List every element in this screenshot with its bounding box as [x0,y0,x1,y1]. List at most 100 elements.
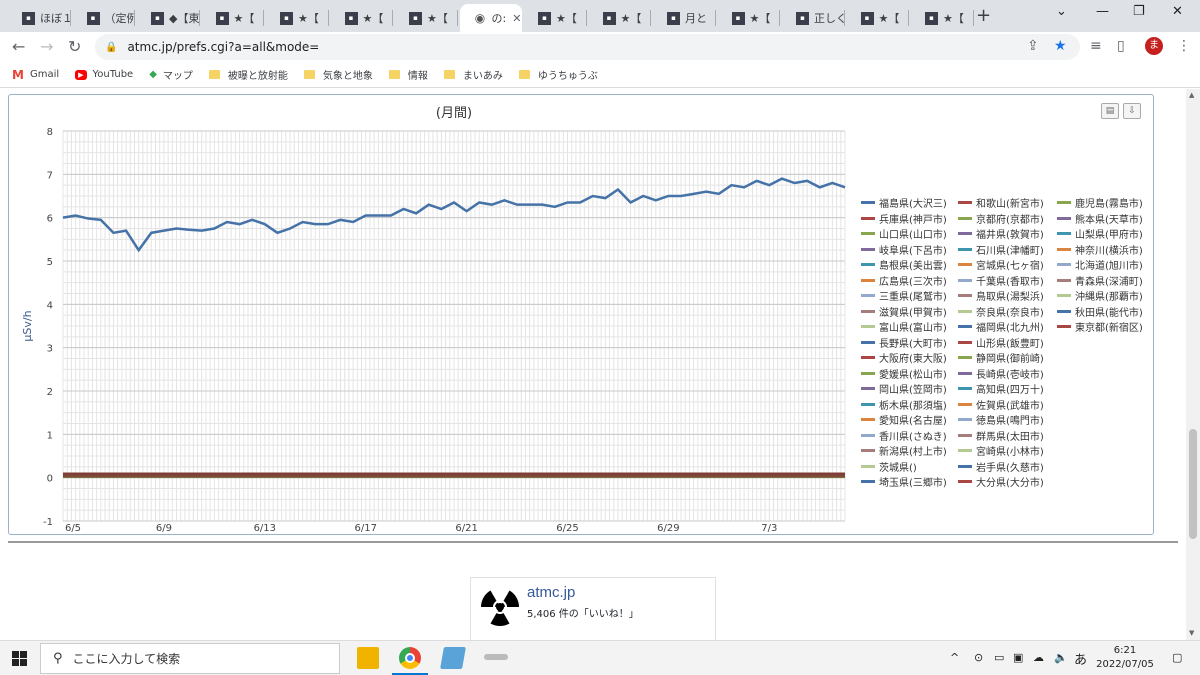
tab-14[interactable]: ▪ ★【 [847,4,909,32]
chrome-icon[interactable] [399,647,421,669]
share-icon[interactable]: ⇪ [1027,38,1039,54]
legend-item[interactable]: 茨城県() [861,459,917,475]
tab-11[interactable]: ▪ 月と [653,4,716,32]
legend-item[interactable]: 福岡県(北九州) [958,319,1044,335]
download-button[interactable]: ⇩ [1123,103,1141,119]
app-icon[interactable] [440,647,466,669]
legend-item[interactable]: 山梨県(甲府市) [1057,226,1143,242]
legend-item[interactable]: 島根県(美出雲) [861,257,947,273]
legend-item[interactable]: 鹿児島(霧島市) [1057,195,1143,211]
cloud-icon[interactable]: ☁ [1033,651,1044,664]
legend-item[interactable]: 愛知県(名古屋) [861,412,947,428]
profile-avatar[interactable]: ま [1145,37,1163,55]
facebook-page-widget[interactable]: atmc.jp 5,406 件の「いいね！」 [470,577,716,640]
legend-item[interactable]: 高知県(四万十) [958,381,1044,397]
page-scrollbar[interactable]: ▲ ▼ [1186,89,1200,640]
new-tab-button[interactable]: + [976,5,991,26]
legend-item[interactable]: 大阪府(東大阪) [861,350,947,366]
legend-item[interactable]: 秋田県(能代市) [1057,304,1143,320]
bookmark-5[interactable]: 気象と地象 [303,67,373,82]
legend-item[interactable]: 和歌山(新宮市) [958,195,1044,211]
lock-icon[interactable]: 🔒 [105,42,117,53]
notification-icon[interactable]: ▢ [1172,651,1182,664]
legend-item[interactable]: 宮崎県(小林市) [958,443,1044,459]
tab-3[interactable]: ▪ ◆【東 [137,4,200,32]
ime-indicator[interactable]: あ [1074,649,1087,668]
tab-12[interactable]: ▪ ★【 [718,4,780,32]
bookmark-6[interactable]: 情報 [388,67,428,82]
legend-item[interactable]: 新潟県(村上市) [861,443,947,459]
tray-expand-icon[interactable]: ^ [950,651,959,664]
volume-icon[interactable]: 🔈 [1054,651,1068,664]
legend-item[interactable]: 神奈川(横浜市) [1057,242,1143,258]
back-icon[interactable]: ← [12,37,25,56]
bookmark-star-icon[interactable]: ★ [1054,38,1067,54]
battery-icon[interactable]: ▭ [994,651,1004,664]
bookmark-8[interactable]: ゆうちゅうぶ [518,67,598,82]
url-text[interactable]: atmc.jp/prefs.cgi?a=all&mode= [127,40,319,54]
reading-list-icon[interactable]: ≡ [1090,38,1102,54]
taskbar-search[interactable]: ⚲ ここに入力して検索 [40,643,340,674]
menu-icon[interactable]: ⋮ [1177,38,1191,54]
legend-item[interactable]: 千葉県(香取市) [958,273,1044,289]
legend-item[interactable]: 長崎県(壱岐市) [958,366,1044,382]
legend-item[interactable]: 愛媛県(松山市) [861,366,947,382]
tab-8[interactable]: ◉ の: ✕ [459,4,522,32]
legend-item[interactable]: 佐賀県(武雄市) [958,397,1044,413]
tab-6[interactable]: ▪ ★【 [331,4,393,32]
legend-item[interactable]: 宮城県(七ヶ宿) [958,257,1044,273]
reload-icon[interactable]: ↻ [68,37,81,56]
legend-item[interactable]: 福島県(大沢三) [861,195,947,211]
legend-item[interactable]: 大分県(大分市) [958,474,1044,490]
network-icon[interactable]: ▣ [1013,651,1023,664]
file-explorer-icon[interactable] [357,647,379,669]
legend-item[interactable]: 岐阜県(下呂市) [861,242,947,258]
legend-item[interactable]: 鳥取県(湯梨浜) [958,288,1044,304]
tab-7[interactable]: ▪ ★【 [395,4,458,32]
bookmark-3[interactable]: ◆ マップ [149,67,193,82]
people-icon[interactable]: ⊙ [974,651,983,664]
tab-search-icon[interactable]: ⌄ [1056,4,1067,19]
legend-item[interactable]: 徳島県(鳴門市) [958,412,1044,428]
legend-item[interactable]: 広島県(三次市) [861,273,947,289]
legend-item[interactable]: 兵庫県(神戸市) [861,211,947,227]
legend-item[interactable]: 埼玉県(三郷市) [861,474,947,490]
tab-5[interactable]: ▪ ★【 [266,4,329,32]
tab-15[interactable]: ▪ ★【 [911,4,974,32]
legend-item[interactable]: 京都府(京都市) [958,211,1044,227]
scroll-up-icon[interactable]: ▲ [1189,91,1194,99]
legend-item[interactable]: 三重県(尾鷲市) [861,288,947,304]
minimize-button[interactable]: — [1096,4,1109,19]
tab-2[interactable]: ▪ （定例 [73,4,135,32]
scrollbar-thumb[interactable] [1189,429,1197,539]
facebook-page-name[interactable]: atmc.jp [527,584,575,601]
pen-app-icon[interactable] [484,654,508,660]
bookmark-7[interactable]: まいあみ [443,67,503,82]
tab-9[interactable]: ▪ ★【 [524,4,587,32]
legend-item[interactable]: 岡山県(笠岡市) [861,381,947,397]
legend-item[interactable]: 熊本県(天草市) [1057,211,1143,227]
bookmark-4[interactable]: 被曝と放射能 [208,67,288,82]
print-button[interactable]: ▤ [1101,103,1119,119]
legend-item[interactable]: 青森県(深浦町) [1057,273,1143,289]
legend-item[interactable]: 岩手県(久慈市) [958,459,1044,475]
windows-start-icon[interactable] [12,651,27,666]
bookmark-1[interactable]: M Gmail [12,68,59,82]
legend-item[interactable]: 滋賀県(甲賀市) [861,304,947,320]
close-window-button[interactable]: ✕ [1172,4,1183,19]
tab-1[interactable]: ▪ ほぼ１ [8,4,71,32]
tab-13[interactable]: ▪ 正しく [782,4,845,32]
legend-item[interactable]: 福井県(敦賀市) [958,226,1044,242]
scroll-down-icon[interactable]: ▼ [1189,629,1194,637]
legend-item[interactable]: 静岡県(御前崎) [958,350,1044,366]
taskbar-search-placeholder[interactable]: ここに入力して検索 [73,650,181,667]
legend-item[interactable]: 長野県(大町市) [861,335,947,351]
tab-10[interactable]: ▪ ★【 [589,4,651,32]
legend-item[interactable]: 富山県(富山市) [861,319,947,335]
legend-item[interactable]: 北海道(旭川市) [1057,257,1143,273]
forward-icon[interactable]: → [40,37,53,56]
legend-item[interactable]: 東京都(新宿区) [1057,319,1143,335]
tab-4[interactable]: ▪ ★【 [202,4,264,32]
radiation-logo[interactable] [477,584,523,630]
maximize-button[interactable]: ❐ [1133,4,1145,19]
